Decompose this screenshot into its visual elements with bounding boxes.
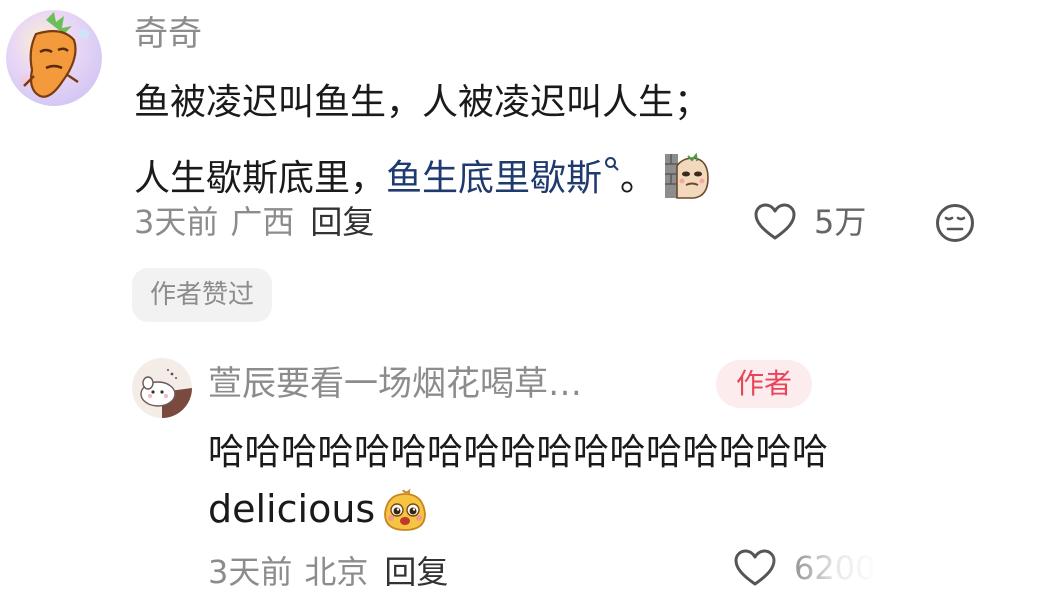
author-badge: 作者 [716,360,813,408]
dislike-button[interactable] [935,203,975,247]
reply-time: 3天前 [208,553,293,591]
unhappy-face-icon [939,553,977,591]
reply-text-line-2: delicious [208,484,427,544]
reply-like-count: 6200 [794,549,876,587]
peeking-potato-sticker-icon [664,152,712,214]
comment-text-plain: 人生歇斯底里， [134,158,387,199]
comment-thread: 奇奇 鱼被凌迟叫鱼生，人被凌迟叫人生； 人生歇斯底里，鱼生底里歇斯。 3天前 广西… [0,0,1041,606]
comment-text-line-1: 鱼被凌迟叫鱼生，人被凌迟叫人生； [134,82,711,123]
reply-reply-button[interactable]: 回复 [384,553,448,591]
like-button[interactable]: 5万 [754,202,866,242]
comment-time: 3天前 [134,203,219,241]
drooling-face-emoji-icon [383,488,427,544]
reply-username[interactable]: 萱辰要看一场烟花喝草… [208,362,582,406]
unhappy-face-icon [936,204,974,242]
reply-button[interactable]: 回复 [310,203,374,241]
reply-like-button[interactable]: 6200 [734,548,875,588]
search-icon[interactable] [604,136,620,186]
comment-meta: 3天前 广西 回复 [134,202,374,242]
heart-icon [734,549,776,586]
reply-location: 北京 [304,553,369,591]
heart-icon [754,203,796,240]
commenter-username[interactable]: 奇奇 [134,12,202,56]
author-liked-chip: 作者赞过 [132,268,273,322]
search-keyword-link[interactable]: 鱼生底里歇斯 [386,158,602,199]
hamster-avatar-icon [132,358,192,418]
like-count: 5万 [814,203,867,241]
reply-dislike-button[interactable] [938,552,978,596]
carrot-character-avatar-icon [6,10,102,106]
comment-text-end: 。 [620,158,657,199]
comment-location: 广西 [230,203,295,241]
reply-meta: 3天前 北京 回复 [208,552,448,592]
reply-text-word: delicious [208,487,376,531]
reply-avatar[interactable] [132,358,192,418]
commenter-avatar[interactable] [6,10,102,106]
reply-text-line-1: 哈哈哈哈哈哈哈哈哈哈哈哈哈哈哈哈哈 [208,432,829,473]
